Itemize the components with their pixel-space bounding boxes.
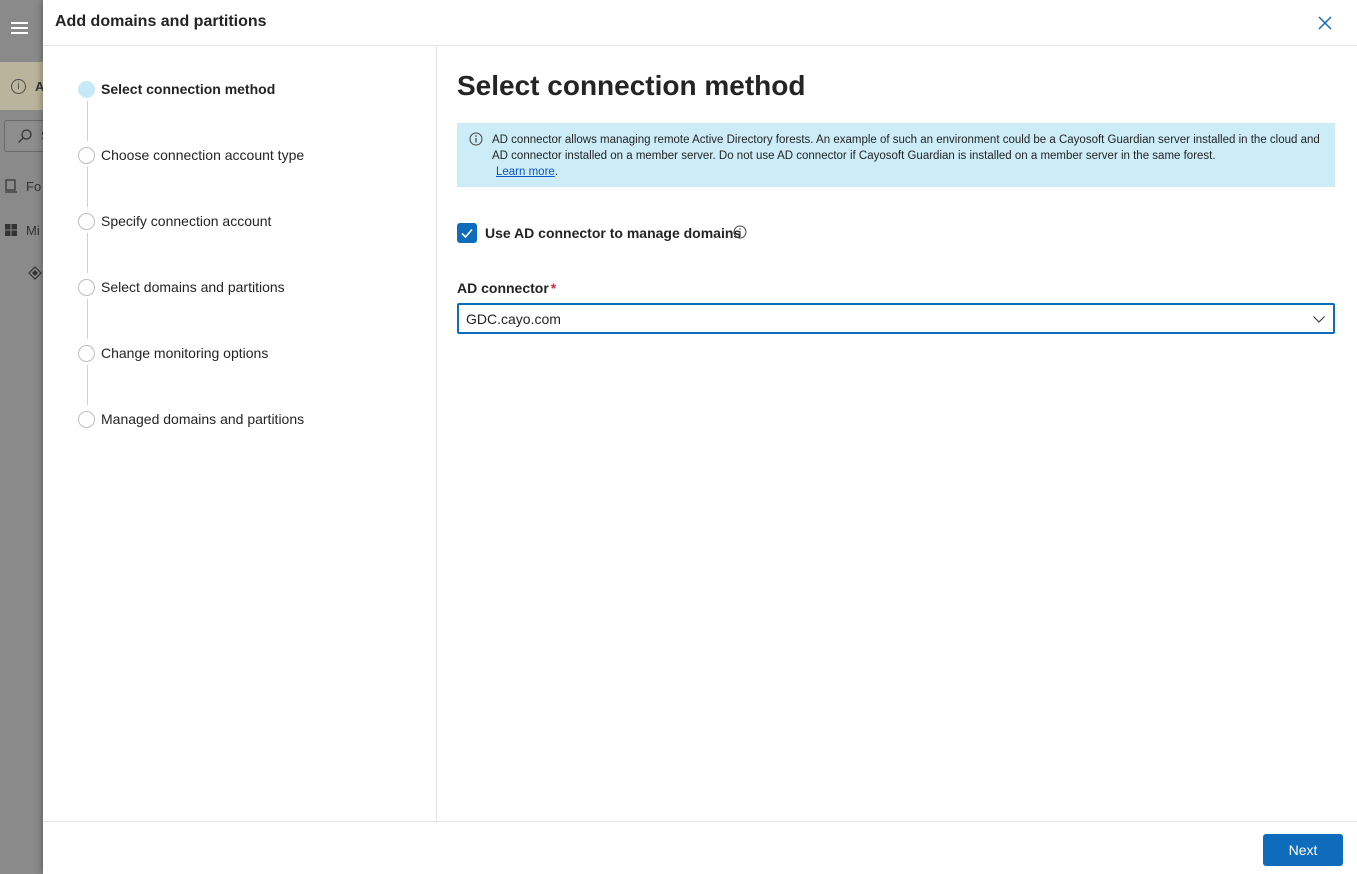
- info-message-bar: AD connector allows managing remote Acti…: [457, 123, 1335, 187]
- ad-connector-label: AD connector *: [457, 280, 556, 296]
- nav-item-forest[interactable]: Fo: [4, 179, 41, 194]
- step-label: Change monitoring options: [101, 345, 269, 361]
- search-icon: [18, 129, 32, 143]
- nav-item-label: Fo: [26, 179, 42, 194]
- ad-connector-label-text: AD connector: [457, 280, 549, 296]
- info-trailing: .: [554, 166, 559, 178]
- close-button[interactable]: [1313, 11, 1337, 35]
- required-indicator: *: [550, 280, 557, 296]
- step-label: Managed domains and partitions: [101, 411, 305, 427]
- server-icon: [5, 179, 17, 193]
- hamburger-menu-icon[interactable]: [11, 22, 28, 36]
- info-icon: i: [11, 79, 26, 94]
- step-indicator: [78, 279, 95, 296]
- next-button[interactable]: Next: [1263, 834, 1343, 866]
- ad-connector-value: GDC.cayo.com: [466, 311, 561, 327]
- step-label: Select domains and partitions: [101, 279, 285, 295]
- step-indicator: [78, 81, 95, 98]
- step-label: Specify connection account: [101, 213, 272, 229]
- add-domains-dialog: Add domains and partitions Select connec…: [43, 0, 1357, 874]
- ad-connector-dropdown[interactable]: GDC.cayo.com: [457, 303, 1335, 334]
- info-message: AD connector allows managing remote Acti…: [492, 132, 1322, 180]
- step-indicator: [78, 345, 95, 362]
- close-icon: [1318, 16, 1332, 30]
- dialog-header: Add domains and partitions: [43, 0, 1357, 46]
- chevron-down-icon: [1313, 316, 1325, 323]
- step-connector: [87, 101, 88, 141]
- nav-item-microsoft[interactable]: Mi: [4, 223, 40, 238]
- step-label: Choose connection account type: [101, 147, 305, 163]
- info-message-text: AD connector allows managing remote Acti…: [492, 134, 1320, 162]
- nav-item-label: Mi: [26, 223, 40, 238]
- step-indicator: [78, 147, 95, 164]
- windows-icon: [5, 224, 17, 236]
- dialog-footer: Next: [43, 821, 1357, 874]
- wizard-steps: Select connection method Choose connecti…: [43, 46, 437, 821]
- step-indicator: [78, 213, 95, 230]
- use-ad-connector-checkbox[interactable]: [457, 223, 477, 243]
- info-tooltip-icon[interactable]: [733, 225, 747, 239]
- step-connector: [87, 167, 88, 207]
- dialog-title: Add domains and partitions: [55, 13, 267, 30]
- info-icon: [469, 132, 483, 146]
- step-indicator: [78, 411, 95, 428]
- step-label: Select connection method: [101, 81, 276, 97]
- page-title: Select connection method: [457, 70, 806, 101]
- step-connector: [87, 233, 88, 273]
- checkmark-icon: [461, 228, 473, 239]
- step-connector: [87, 365, 88, 405]
- learn-more-link[interactable]: Learn more: [496, 166, 555, 178]
- main-content: Select connection method AD connector al…: [457, 46, 1337, 821]
- step-connector: [87, 299, 88, 339]
- diamond-icon: [28, 266, 42, 280]
- use-ad-connector-label[interactable]: Use AD connector to manage domains: [485, 225, 741, 241]
